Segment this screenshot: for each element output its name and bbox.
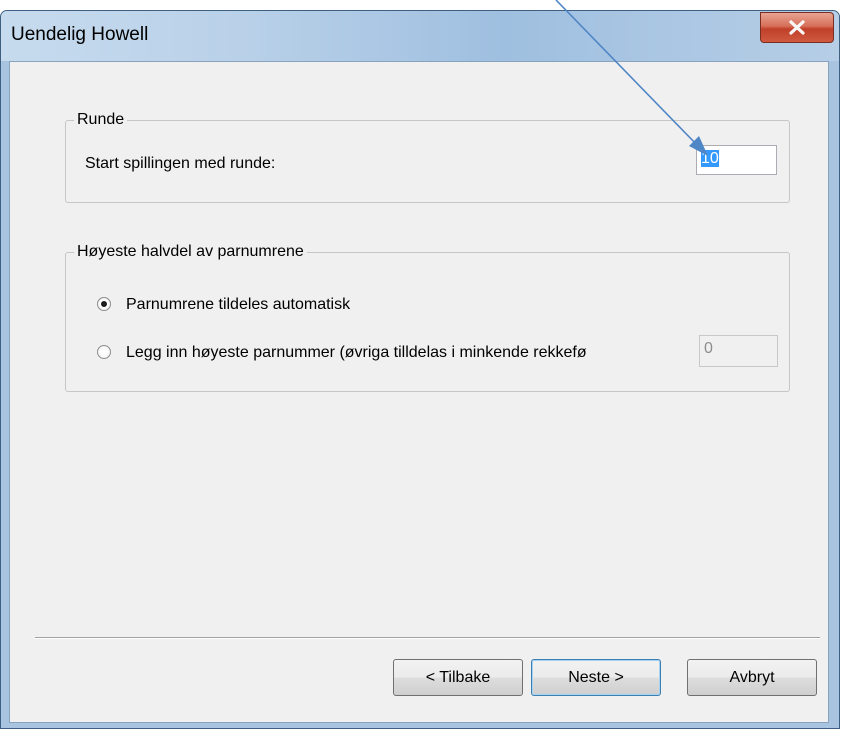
radio-manual-number[interactable] — [97, 345, 111, 359]
radio-auto-numbers[interactable] — [97, 297, 111, 311]
title-bar[interactable]: Uendelig Howell — [1, 11, 839, 61]
highest-pair-number-value: 0 — [704, 340, 713, 357]
radio-auto-numbers-label[interactable]: Parnumrene tildeles automatisk — [126, 295, 350, 315]
start-round-label: Start spillingen med runde: — [85, 155, 276, 172]
dialog-window: Uendelig Howell Runde Start spillingen m… — [0, 10, 840, 729]
back-button[interactable]: < Tilbake — [393, 659, 523, 696]
dialog-client-area: Runde Start spillingen med runde: 10 Høy… — [9, 61, 829, 723]
window-title: Uendelig Howell — [11, 24, 149, 45]
runde-group-label: Runde — [74, 110, 128, 130]
footer-separator — [35, 637, 820, 639]
next-button[interactable]: Neste > — [531, 659, 661, 696]
hoyeste-group-label: Høyeste halvdel av parnumrene — [74, 242, 307, 262]
start-round-value: 10 — [701, 150, 719, 167]
radio-manual-number-label[interactable]: Legg inn høyeste parnummer (øvriga tilld… — [126, 343, 587, 363]
start-round-input[interactable]: 10 — [696, 145, 777, 175]
close-button[interactable] — [760, 12, 834, 43]
highest-pair-number-input[interactable]: 0 — [699, 335, 778, 367]
radio-selected-dot — [101, 301, 107, 307]
cancel-button[interactable]: Avbryt — [687, 659, 817, 696]
close-icon — [789, 20, 805, 35]
hoyeste-group: Høyeste halvdel av parnumrene — [65, 242, 790, 392]
